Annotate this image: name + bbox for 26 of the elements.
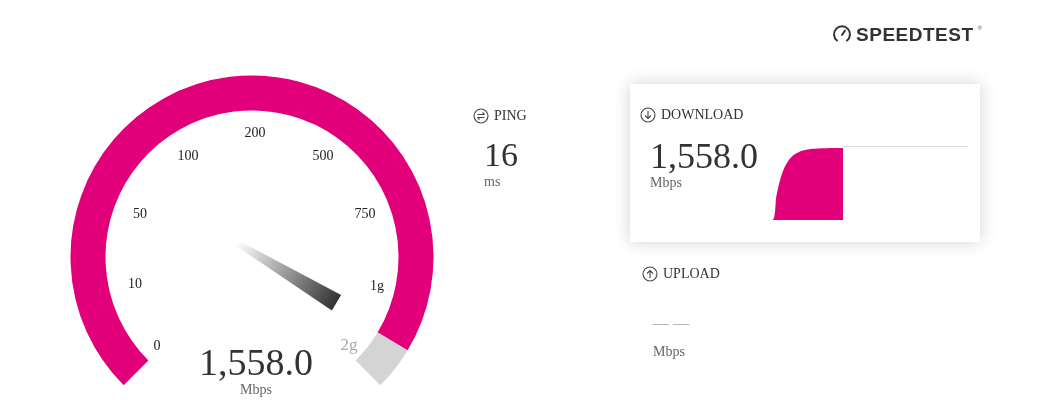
gauge-tick-label: 100 [177, 146, 199, 165]
download-value: 1,558.0 [650, 137, 759, 175]
ping-label: PING [494, 107, 527, 125]
gauge-tick-label: 50 [133, 204, 147, 223]
gauge-tick-label: 2g [340, 334, 358, 357]
speedometer-icon [832, 24, 853, 44]
upload-label: UPLOAD [663, 265, 720, 283]
speed-value: 1,558.0 [199, 342, 313, 382]
download-icon [640, 106, 656, 123]
ping-value: 16 [484, 136, 519, 174]
download-unit: Mbps [650, 175, 683, 191]
upload-icon [642, 265, 658, 282]
gauge-tick-label: 0 [153, 336, 161, 355]
download-label: DOWNLOAD [661, 106, 744, 124]
logo-text: SPEEDTEST [856, 24, 974, 44]
gauge-tick-label: 1g [370, 276, 384, 295]
gauge-track [355, 331, 408, 385]
upload-value: — — [653, 314, 690, 332]
ping-icon [473, 107, 489, 124]
gauge-tick-label: 750 [354, 204, 376, 223]
ping-unit: ms [484, 174, 502, 190]
gauge-tick-label: 10 [128, 274, 142, 293]
gauge-tick-label: 500 [312, 146, 334, 165]
upload-unit: Mbps [653, 344, 686, 360]
speed-unit: Mbps [240, 382, 272, 398]
gauge-tick-label: 200 [244, 123, 266, 142]
